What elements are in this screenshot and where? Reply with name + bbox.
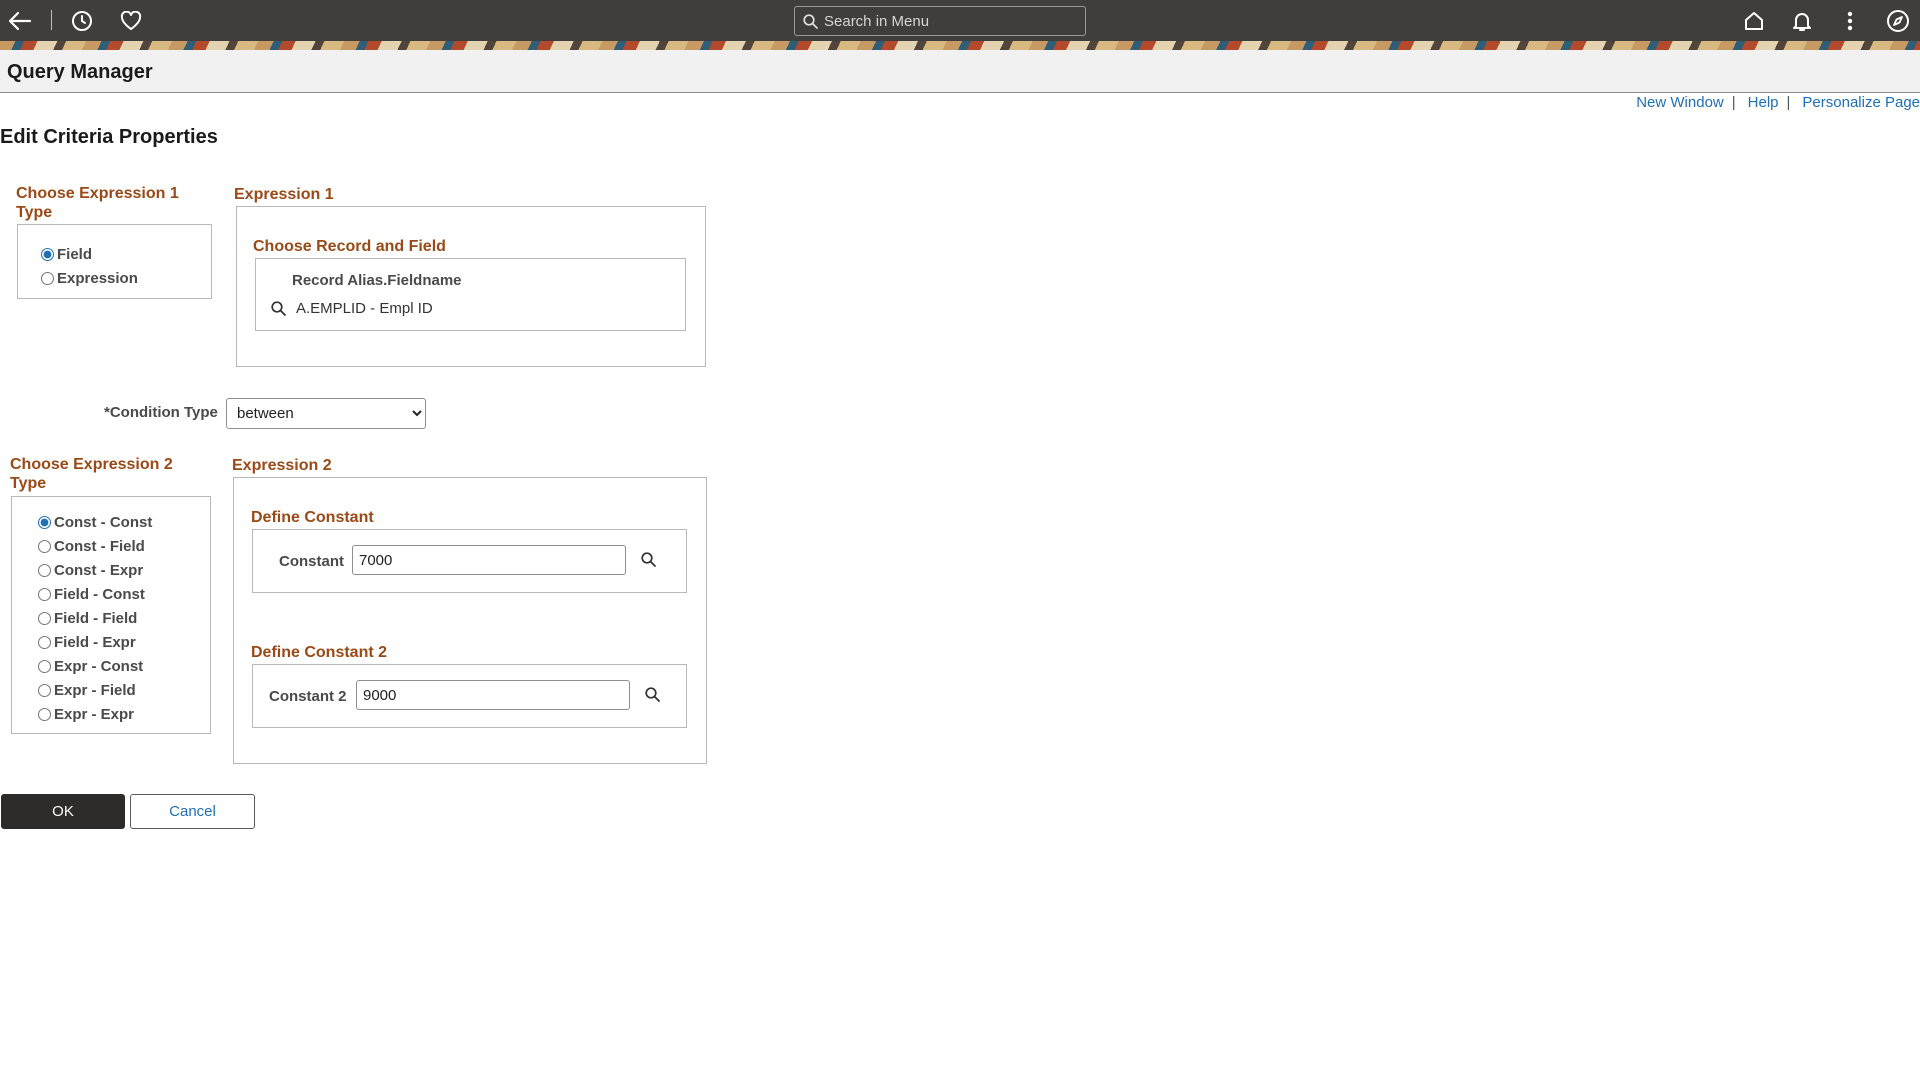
history-icon[interactable]: [69, 8, 95, 34]
radio-field-field-input[interactable]: [38, 611, 51, 625]
expression-1-title: Expression 1: [234, 186, 334, 203]
page-heading: Edit Criteria Properties: [0, 126, 218, 148]
menu-search-input[interactable]: [824, 12, 1074, 30]
radio-expr-field-label: Expr - Field: [54, 681, 136, 699]
cancel-button[interactable]: Cancel: [130, 794, 255, 829]
record-field-value: A.EMPLID - Empl ID: [296, 300, 433, 317]
radio-field-label: Field: [57, 245, 93, 263]
radio-expression[interactable]: Expression: [41, 266, 211, 290]
radio-expr-expr-label: Expr - Expr: [54, 705, 135, 723]
radio-const-field-label: Const - Field: [54, 537, 145, 555]
page-title: Query Manager: [7, 61, 153, 83]
radio-const-expr-label: Const - Expr: [54, 561, 144, 579]
radio-field-field[interactable]: Field - Field: [38, 606, 210, 630]
define-constant-box: Constant: [252, 529, 687, 593]
radio-expr-field-input[interactable]: [38, 683, 51, 697]
expression-2-box: Define Constant Constant Define Constant…: [233, 477, 707, 764]
constant-lookup-search-icon[interactable]: [637, 548, 659, 570]
condition-type-label: *Condition Type: [104, 404, 218, 421]
navigator-compass-icon[interactable]: [1885, 8, 1911, 34]
radio-field-const[interactable]: Field - Const: [38, 582, 210, 606]
top-nav-bar: [0, 0, 1920, 50]
radio-field-input[interactable]: [41, 247, 54, 261]
menu-search-box[interactable]: [794, 6, 1086, 36]
radio-expr-const[interactable]: Expr - Const: [38, 654, 210, 678]
ok-button[interactable]: OK: [1, 794, 125, 829]
define-constant-2-title: Define Constant 2: [251, 644, 388, 661]
link-separator: |: [1786, 94, 1791, 111]
condition-type-select[interactable]: between: [226, 398, 426, 429]
constant-2-input[interactable]: [356, 680, 630, 710]
search-icon[interactable]: [267, 297, 289, 319]
radio-expression-input[interactable]: [41, 271, 54, 285]
help-link[interactable]: Help: [1748, 94, 1779, 111]
expr1-type-box: Field Expression: [17, 224, 212, 299]
link-separator: |: [1731, 94, 1736, 111]
radio-expr-field[interactable]: Expr - Field: [38, 678, 210, 702]
constant-2-lookup-search-icon[interactable]: [641, 683, 663, 705]
decorative-banner-strip: [0, 41, 1920, 50]
radio-const-field[interactable]: Const - Field: [38, 534, 210, 558]
expression-1-box: Choose Record and Field Record Alias.Fie…: [236, 206, 706, 367]
radio-field-const-label: Field - Const: [54, 585, 145, 603]
home-icon[interactable]: [1741, 8, 1767, 34]
radio-const-const-input[interactable]: [38, 515, 51, 529]
constant-2-label: Constant 2: [269, 688, 347, 705]
constant-input[interactable]: [352, 545, 626, 575]
expression-2-title: Expression 2: [232, 457, 332, 474]
radio-field-expr-input[interactable]: [38, 635, 51, 649]
radio-field-expr-label: Field - Expr: [54, 633, 136, 651]
page-title-bar: Query Manager: [0, 50, 1920, 93]
favorites-heart-icon[interactable]: [118, 8, 144, 34]
radio-expr-expr-input[interactable]: [38, 707, 51, 721]
back-arrow-icon[interactable]: [7, 8, 33, 34]
radio-field[interactable]: Field: [41, 242, 211, 266]
radio-const-const[interactable]: Const - Const: [38, 510, 210, 534]
page-links: New Window | Help | Personalize Page: [1636, 94, 1920, 111]
radio-const-expr-input[interactable]: [38, 563, 51, 577]
record-alias-column-header: Record Alias.Fieldname: [292, 272, 462, 289]
radio-const-field-input[interactable]: [38, 539, 51, 553]
radio-expr-const-input[interactable]: [38, 659, 51, 673]
choose-record-field-title: Choose Record and Field: [253, 238, 446, 255]
expr1-type-title: Choose Expression 1 Type: [16, 185, 179, 221]
radio-field-const-input[interactable]: [38, 587, 51, 601]
personalize-page-link[interactable]: Personalize Page: [1802, 94, 1920, 111]
expr2-type-title: Choose Expression 2 Type: [10, 456, 173, 492]
define-constant-title: Define Constant: [251, 509, 374, 526]
radio-const-expr[interactable]: Const - Expr: [38, 558, 210, 582]
more-vertical-icon[interactable]: [1837, 8, 1863, 34]
radio-const-const-label: Const - Const: [54, 513, 153, 531]
radio-field-expr[interactable]: Field - Expr: [38, 630, 210, 654]
expr2-type-box: Const - Const Const - Field Const - Expr…: [11, 496, 211, 734]
radio-expr-expr[interactable]: Expr - Expr: [38, 702, 210, 726]
nav-separator: [51, 10, 52, 30]
radio-field-field-label: Field - Field: [54, 609, 138, 627]
new-window-link[interactable]: New Window: [1636, 94, 1724, 111]
constant-label: Constant: [279, 553, 344, 570]
radio-expr-const-label: Expr - Const: [54, 657, 144, 675]
record-field-grid: Record Alias.Fieldname A.EMPLID - Empl I…: [255, 258, 686, 331]
search-icon: [803, 13, 818, 29]
define-constant-2-box: Constant 2: [252, 664, 687, 728]
notification-bell-icon[interactable]: [1789, 8, 1815, 34]
radio-expression-label: Expression: [57, 269, 138, 287]
